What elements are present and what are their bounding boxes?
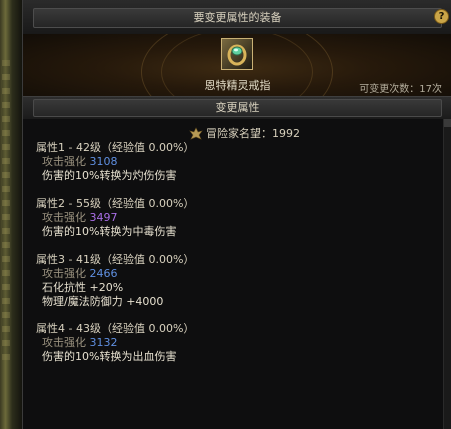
ring-icon-graphic bbox=[227, 44, 247, 66]
property-block-3: 属性3 - 41级（经验值 0.00%） 攻击强化 2466 石化抗性 +20%… bbox=[36, 253, 194, 309]
property-stat: 攻击强化 2466 bbox=[36, 267, 194, 281]
property-block-4: 属性4 - 43级（经验值 0.00%） 攻击强化 3132 伤害的10%转换为… bbox=[36, 322, 194, 364]
property-stat: 攻击强化 3132 bbox=[36, 336, 194, 350]
fame-crest-icon bbox=[189, 127, 203, 140]
property-header: 属性3 - 41级（经验值 0.00%） bbox=[36, 253, 195, 266]
property-effect: 物理/魔法防御力 +4000 bbox=[42, 295, 164, 308]
property-header: 属性4 - 43级（经验值 0.00%） bbox=[36, 322, 195, 335]
help-button[interactable]: ? bbox=[434, 9, 449, 24]
property-effect: 伤害的10%转换为灼伤伤害 bbox=[42, 169, 177, 182]
adventurer-fame: 冒险家名望：1992 bbox=[189, 127, 300, 141]
stat-label: 攻击强化 bbox=[42, 211, 86, 224]
stat-value: 2466 bbox=[89, 267, 118, 280]
equipment-slot-area: 恩特精灵戒指 可变更次数：17次 bbox=[23, 34, 451, 96]
stat-value: 3108 bbox=[89, 155, 118, 168]
background-scenery bbox=[0, 0, 22, 429]
property-block-2: 属性2 - 55级（经验值 0.00%） 攻击强化 3497 伤害的10%转换为… bbox=[36, 197, 194, 239]
ring-icon[interactable] bbox=[221, 38, 253, 70]
property-change-panel: 要变更属性的装备 ? 恩特精灵戒指 可变更次数：17次 变更属性 冒险家名望：1… bbox=[22, 0, 451, 429]
scrollbar[interactable] bbox=[443, 119, 451, 429]
property-effect: 伤害的10%转换为出血伤害 bbox=[42, 350, 177, 363]
property-stat: 攻击强化 3497 bbox=[36, 211, 194, 225]
stat-label: 攻击强化 bbox=[42, 155, 86, 168]
title-bar: 要变更属性的装备 ? bbox=[23, 0, 451, 35]
stat-value: 3132 bbox=[89, 336, 118, 349]
stat-label: 攻击强化 bbox=[42, 336, 86, 349]
property-header: 属性2 - 55级（经验值 0.00%） bbox=[36, 197, 195, 210]
stat-label: 攻击强化 bbox=[42, 267, 86, 280]
property-block-1: 属性1 - 42级（经验值 0.00%） 攻击强化 3108 伤害的10%转换为… bbox=[36, 141, 194, 183]
property-effect: 石化抗性 +20% bbox=[42, 281, 124, 294]
property-stat: 攻击强化 3108 bbox=[36, 155, 194, 169]
window-title: 要变更属性的装备 bbox=[33, 8, 442, 28]
properties-list: 冒险家名望：1992 属性1 - 42级（经验值 0.00%） 攻击强化 310… bbox=[23, 119, 444, 429]
section-title: 变更属性 bbox=[33, 99, 442, 117]
section-bar: 变更属性 bbox=[23, 96, 451, 120]
stat-value: 3497 bbox=[89, 211, 118, 224]
scroll-up-button[interactable] bbox=[444, 119, 451, 127]
remaining-changes: 可变更次数：17次 bbox=[359, 84, 442, 95]
fame-label: 冒险家名望：1992 bbox=[206, 127, 300, 140]
property-effect: 伤害的10%转换为中毒伤害 bbox=[42, 225, 177, 238]
property-header: 属性1 - 42级（经验值 0.00%） bbox=[36, 141, 195, 154]
